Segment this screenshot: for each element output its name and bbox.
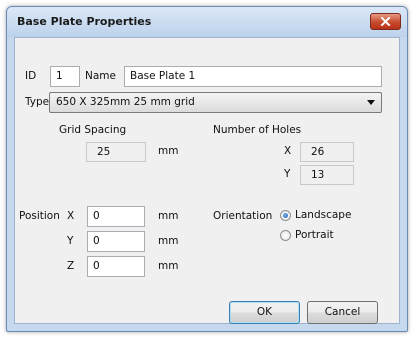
position-z-field[interactable]: 0 [87, 256, 145, 277]
base-plate-properties-dialog: Base Plate Properties ID 1 Name Base Pla… [6, 6, 408, 332]
position-y-unit: mm [158, 235, 179, 247]
holes-x-label: X [284, 145, 292, 157]
title-bar[interactable]: Base Plate Properties [7, 7, 407, 37]
position-y-label: Y [67, 235, 74, 247]
cancel-button[interactable]: Cancel [307, 301, 378, 324]
window-title: Base Plate Properties [17, 15, 152, 28]
name-field[interactable]: Base Plate 1 [124, 66, 382, 87]
id-label: ID [25, 70, 37, 82]
position-y-field[interactable]: 0 [87, 231, 145, 252]
position-z-label: Z [67, 260, 75, 272]
position-label: Position [19, 210, 60, 222]
radio-landscape-circle[interactable] [280, 209, 291, 221]
orientation-label: Orientation [213, 210, 273, 222]
radio-portrait-label: Portrait [295, 229, 334, 241]
type-select[interactable]: 650 X 325mm 25 mm grid [49, 92, 382, 113]
position-x-field[interactable]: 0 [87, 206, 145, 227]
position-z-unit: mm [158, 260, 179, 272]
radio-landscape[interactable]: Landscape [280, 209, 351, 221]
ok-button[interactable]: OK [229, 301, 300, 324]
grid-spacing-value: 25 [86, 142, 146, 162]
id-field[interactable]: 1 [50, 66, 80, 87]
type-label: Type [25, 96, 50, 108]
chevron-down-icon [367, 100, 375, 105]
number-of-holes-heading: Number of Holes [213, 124, 302, 136]
holes-x-value: 26 [300, 142, 354, 162]
radio-portrait-circle[interactable] [280, 229, 291, 241]
type-selected-value: 650 X 325mm 25 mm grid [56, 96, 195, 108]
position-x-label: X [67, 210, 75, 222]
radio-landscape-label: Landscape [295, 209, 352, 221]
holes-y-label: Y [284, 168, 291, 180]
radio-portrait[interactable]: Portrait [280, 229, 334, 241]
close-icon [380, 17, 391, 26]
grid-spacing-heading: Grid Spacing [59, 124, 127, 136]
position-x-unit: mm [158, 210, 179, 222]
grid-spacing-unit: mm [158, 145, 179, 157]
name-label: Name [85, 70, 116, 82]
close-button[interactable] [370, 13, 401, 30]
dialog-client-area: ID 1 Name Base Plate 1 Type 650 X 325mm … [14, 37, 400, 324]
holes-y-value: 13 [300, 165, 354, 185]
